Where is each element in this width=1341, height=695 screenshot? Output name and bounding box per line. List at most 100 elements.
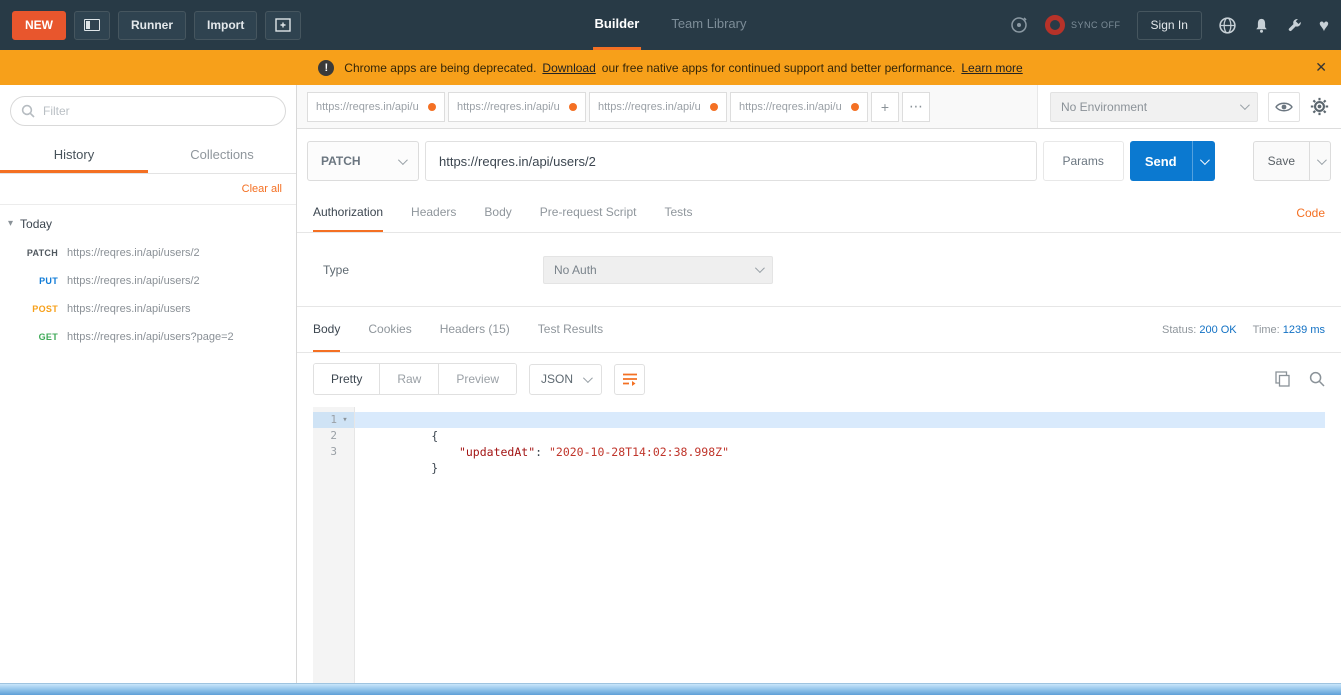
close-icon: ✕: [1315, 59, 1327, 76]
tab-tests[interactable]: Tests: [664, 193, 692, 232]
code-link[interactable]: Code: [1296, 206, 1325, 220]
wrap-lines-button[interactable]: [614, 364, 645, 395]
tab-response-body[interactable]: Body: [313, 307, 340, 352]
save-options-button[interactable]: [1310, 141, 1331, 181]
more-tabs-button[interactable]: ⋯: [902, 92, 930, 122]
history-method-badge: PATCH: [4, 248, 58, 258]
save-button[interactable]: Save: [1253, 141, 1310, 181]
chevron-down-icon: [583, 373, 593, 383]
code-token-string: "2020-10-28T14:02:38.998Z": [549, 445, 729, 459]
history-url: https://reqres.in/api/users: [67, 303, 191, 315]
history-group-today[interactable]: ▾ Today: [0, 205, 296, 239]
view-pretty-button[interactable]: Pretty: [314, 364, 380, 394]
tab-builder[interactable]: Builder: [593, 0, 642, 50]
support-button[interactable]: ♥: [1319, 17, 1329, 34]
tab-test-results[interactable]: Test Results: [538, 307, 603, 352]
copy-icon: [1275, 371, 1291, 387]
request-editor-tabs: Authorization Headers Body Pre-request S…: [297, 193, 1341, 233]
unsaved-dot-icon: [710, 103, 718, 111]
add-tab-button[interactable]: +: [871, 92, 899, 122]
view-raw-button[interactable]: Raw: [380, 364, 439, 394]
line-number: 2: [313, 428, 337, 444]
import-button[interactable]: Import: [194, 11, 257, 40]
banner-text-2: our free native apps for continued suppo…: [602, 61, 956, 75]
method-select[interactable]: PATCH: [307, 141, 419, 181]
editor-code-area[interactable]: { "updatedAt": "2020-10-28T14:02:38.998Z…: [355, 407, 1325, 683]
download-link[interactable]: Download: [542, 61, 595, 75]
view-mode-group: Pretty Raw Preview: [313, 363, 517, 395]
sidebar-toggle-button[interactable]: [74, 11, 110, 40]
response-body-editor[interactable]: 1 ▾ 2 3 { "updatedAt": "2020-10-28T14:02…: [313, 407, 1325, 683]
new-button[interactable]: NEW: [12, 11, 66, 40]
request-tab[interactable]: https://reqres.in/api/u: [730, 92, 868, 122]
request-tab[interactable]: https://reqres.in/api/u: [307, 92, 445, 122]
history-item[interactable]: POST https://reqres.in/api/users: [0, 295, 296, 323]
runner-button[interactable]: Runner: [118, 11, 186, 40]
send-options-button[interactable]: [1192, 141, 1215, 181]
tab-headers[interactable]: Headers: [411, 193, 456, 232]
code-line: "updatedAt": "2020-10-28T14:02:38.998Z": [355, 428, 1325, 444]
bell-icon: [1253, 17, 1270, 34]
settings-button[interactable]: [1310, 97, 1329, 116]
response-headers-count: (15): [488, 322, 509, 336]
history-item[interactable]: GET https://reqres.in/api/users?page=2: [0, 323, 296, 351]
filter-input[interactable]: [10, 96, 286, 126]
history-item[interactable]: PUT https://reqres.in/api/users/2: [0, 267, 296, 295]
exclamation-icon: !: [318, 60, 334, 76]
params-button[interactable]: Params: [1043, 141, 1124, 181]
history-method-badge: POST: [4, 304, 58, 314]
tab-body[interactable]: Body: [484, 193, 511, 232]
unsaved-dot-icon: [851, 103, 859, 111]
sign-in-button[interactable]: Sign In: [1137, 11, 1202, 40]
fold-toggle-icon[interactable]: ▾: [337, 412, 353, 428]
banner-close-button[interactable]: ✕: [1315, 50, 1327, 85]
environment-value: No Environment: [1061, 100, 1147, 114]
tab-history[interactable]: History: [0, 137, 148, 173]
environment-preview-button[interactable]: [1268, 92, 1300, 122]
heart-icon: ♥: [1319, 17, 1329, 34]
request-tab[interactable]: https://reqres.in/api/u: [448, 92, 586, 122]
auth-type-select[interactable]: No Auth: [543, 256, 773, 284]
view-preview-button[interactable]: Preview: [439, 364, 516, 394]
interceptor-button[interactable]: [1009, 15, 1029, 35]
search-response-button[interactable]: [1309, 371, 1325, 387]
clear-all-link[interactable]: Clear all: [242, 183, 282, 195]
new-window-button[interactable]: [265, 11, 301, 40]
tab-team-library[interactable]: Team Library: [669, 0, 748, 50]
tab-response-headers[interactable]: Headers (15): [440, 307, 510, 352]
learn-more-link[interactable]: Learn more: [961, 61, 1022, 75]
history-list: PATCH https://reqres.in/api/users/2 PUT …: [0, 239, 296, 351]
tab-response-cookies[interactable]: Cookies: [368, 307, 411, 352]
tools-button[interactable]: [1286, 17, 1303, 34]
tab-pre-request-script[interactable]: Pre-request Script: [540, 193, 637, 232]
notifications-button[interactable]: [1253, 17, 1270, 34]
status-value[interactable]: 200 OK: [1199, 324, 1236, 336]
history-method-badge: PUT: [4, 276, 58, 286]
unsaved-dot-icon: [428, 103, 436, 111]
time-value[interactable]: 1239 ms: [1283, 324, 1325, 336]
top-bar: NEW Runner Import Builder Team Library S…: [0, 0, 1341, 50]
copy-response-button[interactable]: [1275, 371, 1291, 387]
request-tab-label: https://reqres.in/api/u: [739, 101, 842, 113]
response-meta: Status: 200 OK Time: 1239 ms: [1162, 324, 1325, 336]
code-token: }: [431, 461, 438, 475]
history-item[interactable]: PATCH https://reqres.in/api/users/2: [0, 239, 296, 267]
history-url: https://reqres.in/api/users/2: [67, 247, 200, 259]
environment-select[interactable]: No Environment: [1050, 92, 1258, 122]
tab-authorization[interactable]: Authorization: [313, 193, 383, 232]
eye-icon: [1275, 101, 1293, 113]
url-input[interactable]: [425, 141, 1037, 181]
environment-area: No Environment: [1037, 85, 1341, 128]
response-tabs: Body Cookies Headers (15) Test Results S…: [297, 307, 1341, 353]
chevron-down-icon: [1240, 100, 1250, 110]
content: History Collections Clear all ▾ Today PA…: [0, 85, 1341, 683]
send-button[interactable]: Send: [1130, 141, 1192, 181]
code-token-sep: :: [535, 445, 549, 459]
format-select[interactable]: JSON: [529, 364, 602, 395]
request-tab[interactable]: https://reqres.in/api/u: [589, 92, 727, 122]
globe-button[interactable]: [1218, 16, 1237, 35]
tab-collections[interactable]: Collections: [148, 137, 296, 173]
auth-type-label: Type: [313, 263, 543, 277]
line-number: 3: [313, 444, 337, 460]
sync-status[interactable]: SYNC OFF: [1045, 15, 1121, 35]
